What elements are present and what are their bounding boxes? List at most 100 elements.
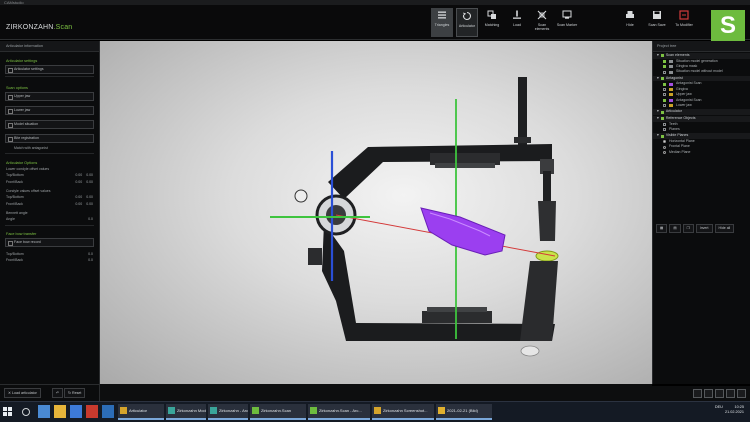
taskbar-task[interactable]: Zirkonzahn Screenshot...	[372, 404, 434, 420]
match-antagonist-note[interactable]: Match with antagonist	[0, 145, 99, 151]
row-name: Front/Back	[6, 201, 23, 206]
color-swatch[interactable]	[669, 88, 673, 92]
scan-elements-button[interactable]: Scan elements	[531, 8, 553, 37]
divider	[5, 224, 94, 226]
taskbar-task[interactable]: Zirkonzahn.Scan	[250, 404, 306, 420]
tree-item[interactable]: Planes	[653, 127, 750, 132]
item-checkbox[interactable]	[663, 104, 666, 108]
brand-s-logo[interactable]: S	[711, 10, 745, 42]
taskbar-task[interactable]: Zirkonzahn.Scan - Arc...	[308, 404, 370, 420]
option-row[interactable]: Front/Back 0.00 0.00	[0, 201, 99, 208]
group-checkbox[interactable]	[660, 77, 664, 81]
articulator-settings-box[interactable]: Articulator settings	[5, 65, 94, 74]
to-modifier-button[interactable]: To Modifier	[673, 8, 695, 37]
view-front-icon[interactable]	[693, 389, 702, 398]
hide-all-button[interactable]: Hide all	[714, 224, 735, 233]
browser-icon[interactable]	[70, 405, 82, 418]
lower-jaw-option[interactable]: Lower jaw	[5, 106, 94, 115]
reset-button[interactable]: ↻ Reset	[64, 388, 86, 398]
undo-button[interactable]: ↶	[52, 388, 64, 398]
color-swatch[interactable]	[669, 104, 673, 108]
view-side-icon[interactable]	[704, 389, 713, 398]
row-name: Angle	[6, 217, 15, 221]
app-icon[interactable]	[86, 405, 98, 418]
mail-icon[interactable]	[102, 405, 114, 418]
view-reset-icon[interactable]	[737, 389, 746, 398]
scan-save-button[interactable]: Scan Save	[646, 8, 668, 37]
item-checkbox[interactable]	[663, 128, 666, 132]
condyle-screw	[294, 189, 308, 203]
chevron-down-icon[interactable]: ▾	[657, 133, 659, 139]
item-checkbox[interactable]	[663, 59, 666, 63]
item-checkbox[interactable]	[663, 122, 666, 126]
lower-support	[520, 261, 558, 341]
copy-icon[interactable]: ❐	[682, 224, 694, 233]
taskbar-task[interactable]: Articulator	[118, 404, 164, 420]
model-situation-option[interactable]: Model situation	[5, 120, 94, 129]
item-checkbox[interactable]	[663, 65, 666, 69]
tree-group[interactable]: ▾ Articulator	[653, 109, 750, 116]
bite-registration-option[interactable]: Bite registration	[5, 134, 94, 143]
item-checkbox[interactable]	[663, 93, 666, 97]
articulator-scene[interactable]	[100, 41, 652, 384]
radio-button[interactable]	[663, 145, 666, 149]
tree-item-label: Lower jaw	[676, 103, 692, 108]
scan-jaw-model[interactable]	[420, 207, 506, 256]
face-bow-record-box[interactable]: Face bow record	[5, 237, 94, 247]
3d-viewport[interactable]	[100, 41, 652, 384]
group-checkbox[interactable]	[660, 134, 664, 138]
color-swatch[interactable]	[669, 59, 673, 63]
system-tray[interactable]: DEU 10:25 21.02.2021	[715, 405, 744, 415]
tree-item[interactable]: Situation model without model	[653, 69, 750, 74]
load-articulator-button[interactable]: ✕ Load articulator	[4, 388, 41, 398]
left-panel-footer: ✕ Load articulator ↶ ↻ Reset	[0, 384, 100, 401]
file-explorer-icon[interactable]	[54, 405, 66, 418]
taskbar-task[interactable]: 2021-02-21 (Bild)	[436, 404, 492, 420]
grid-icon[interactable]: ▦	[656, 224, 668, 233]
triangles-button[interactable]: Triangles	[431, 8, 453, 37]
matching-button[interactable]: Matching	[481, 8, 503, 37]
chevron-down-icon[interactable]: ▾	[657, 53, 659, 59]
save-icon	[653, 11, 661, 19]
windows-start-icon[interactable]	[3, 407, 12, 416]
load-button[interactable]: Load	[506, 8, 528, 37]
chevron-down-icon[interactable]: ▾	[657, 116, 659, 122]
invert-button[interactable]: Invert	[695, 224, 713, 233]
view-top-icon[interactable]	[715, 389, 724, 398]
item-checkbox[interactable]	[663, 82, 666, 86]
option-row[interactable]: Front/Back 0.0	[0, 257, 99, 264]
chevron-down-icon[interactable]: ▾	[657, 109, 659, 115]
item-checkbox[interactable]	[663, 70, 666, 74]
task-view-icon[interactable]	[38, 405, 50, 418]
tree-item[interactable]: Median Plane	[653, 150, 750, 155]
group-checkbox[interactable]	[660, 54, 664, 58]
search-icon[interactable]	[22, 408, 30, 416]
chevron-down-icon[interactable]: ▾	[657, 76, 659, 82]
layers-icon[interactable]: ▤	[669, 224, 681, 233]
radio-button[interactable]	[663, 151, 666, 155]
taskbar-task[interactable]: Zirkonzahn - Archi...	[208, 404, 248, 420]
radio-button[interactable]	[663, 140, 666, 144]
group-checkbox[interactable]	[660, 110, 664, 114]
item-checkbox[interactable]	[663, 98, 666, 102]
group-checkbox[interactable]	[660, 117, 664, 121]
right-panel: Project tree ▾ Scan elements Situation mod…	[652, 41, 750, 241]
hide-button[interactable]: Hide	[619, 8, 641, 37]
option-row[interactable]: Front/Back 0.00 0.00	[0, 179, 99, 186]
taskbar-task[interactable]: Zirkonzahn Modelli...	[166, 404, 206, 420]
color-swatch[interactable]	[669, 82, 673, 86]
scan-marker-button[interactable]: Scan Marker	[556, 8, 578, 37]
task-label: Zirkonzahn.Scan	[261, 408, 292, 413]
option-row[interactable]: Angle 0.0	[0, 216, 99, 223]
color-swatch[interactable]	[669, 70, 673, 74]
articulator-button[interactable]: Articulator	[456, 8, 478, 37]
color-swatch[interactable]	[669, 65, 673, 69]
item-checkbox[interactable]	[663, 88, 666, 92]
tree-item[interactable]: Lower jaw	[653, 103, 750, 108]
scan-elements-label: Scan elements	[534, 23, 550, 31]
upper-jaw-option[interactable]: Upper jaw	[5, 92, 94, 101]
view-iso-icon[interactable]	[726, 389, 735, 398]
color-swatch[interactable]	[669, 93, 673, 97]
foot-cap	[520, 345, 540, 357]
color-swatch[interactable]	[669, 98, 673, 102]
